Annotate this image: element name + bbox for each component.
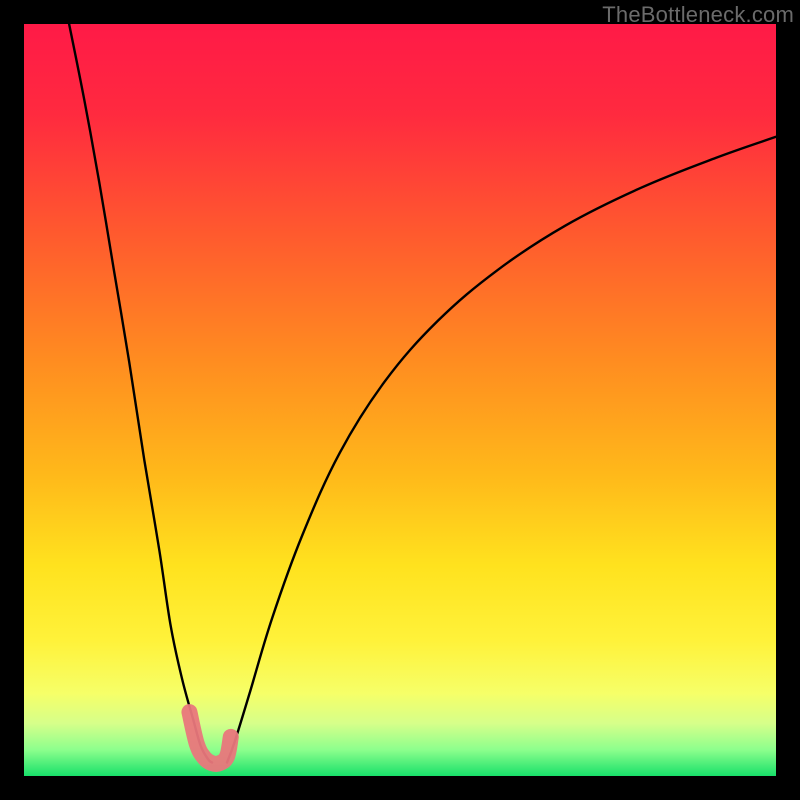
chart-stage: TheBottleneck.com [0, 0, 800, 800]
right-branch-path [227, 137, 776, 763]
left-branch-path [69, 24, 212, 762]
curve-layer [24, 24, 776, 776]
plot-area [24, 24, 776, 776]
pink-marker-path [189, 712, 230, 764]
